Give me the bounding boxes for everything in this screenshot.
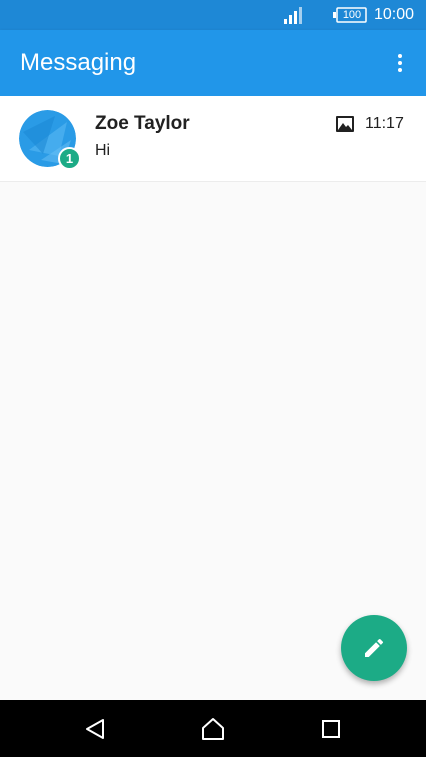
back-button[interactable]	[80, 714, 110, 744]
overflow-dot	[398, 61, 402, 65]
pencil-icon	[365, 638, 384, 657]
message-time: 11:17	[365, 115, 404, 132]
more-vert-icon[interactable]	[388, 47, 412, 79]
message-snippet: Hi	[95, 142, 111, 159]
image-icon	[336, 116, 354, 132]
nav-bar	[0, 700, 426, 757]
recents-icon	[322, 720, 340, 738]
recents-button[interactable]	[316, 714, 346, 744]
conversation-item[interactable]: 1 Zoe Taylor Hi 11:17	[0, 96, 426, 182]
home-button[interactable]	[198, 714, 228, 744]
contact-name: Zoe Taylor	[95, 113, 190, 134]
status-bar: 100 10:00	[0, 0, 426, 30]
back-icon	[86, 719, 104, 739]
battery-level: 100	[342, 9, 362, 21]
signal-icon	[284, 7, 302, 24]
conversation-list: 1 Zoe Taylor Hi 11:17	[0, 96, 426, 182]
page-title: Messaging	[20, 49, 137, 76]
home-icon	[202, 718, 224, 740]
status-clock: 10:00	[374, 6, 415, 23]
unread-badge: 1	[58, 147, 81, 170]
overflow-dot	[398, 54, 402, 58]
app-bar: Messaging	[0, 30, 426, 96]
compose-button[interactable]	[341, 615, 407, 681]
overflow-dot	[398, 68, 402, 72]
